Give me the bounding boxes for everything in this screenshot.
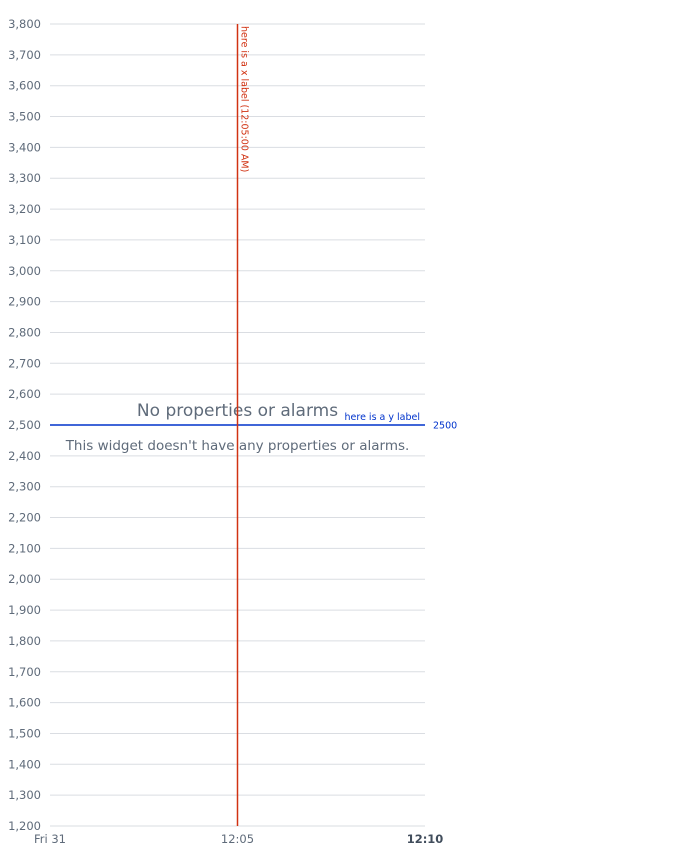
- y-tick-label: 3,300: [8, 171, 41, 185]
- y-tick-label: 2,600: [8, 387, 41, 401]
- y-tick-label: 2,200: [8, 511, 41, 525]
- x-axis-ticks: Fri 31 12:05 12:10: [34, 832, 443, 846]
- x-tick-label: Fri 31: [34, 832, 66, 846]
- y-tick-label: 1,700: [8, 665, 41, 679]
- y-tick-label: 1,800: [8, 634, 41, 648]
- y-tick-label: 2,700: [8, 356, 41, 370]
- y-tick-label: 1,500: [8, 726, 41, 740]
- y-tick-label: 3,200: [8, 202, 41, 216]
- y-tick-label: 1,200: [8, 819, 41, 833]
- y-tick-label: 2,500: [8, 418, 41, 432]
- y-tick-label: 3,000: [8, 264, 41, 278]
- x-tick-label: 12:05: [221, 832, 254, 846]
- x-tick-label: 12:10: [407, 832, 444, 846]
- x-threshold-label: here is a x label (12:05:00 AM): [239, 26, 250, 172]
- y-tick-label: 3,700: [8, 48, 41, 62]
- y-threshold-value: 2500: [433, 421, 457, 432]
- y-tick-label: 3,600: [8, 79, 41, 93]
- y-tick-label: 1,600: [8, 696, 41, 710]
- y-threshold-label: here is a y label: [345, 412, 421, 423]
- y-tick-label: 2,000: [8, 572, 41, 586]
- y-tick-label: 2,900: [8, 295, 41, 309]
- y-tick-label: 2,300: [8, 480, 41, 494]
- y-tick-label: 2,400: [8, 449, 41, 463]
- y-tick-label: 1,900: [8, 603, 41, 617]
- line-chart: 3,800 3,700 3,600 3,500 3,400 3,300 3,200 3,100…: [8, 17, 457, 846]
- y-tick-label: 3,100: [8, 233, 41, 247]
- annotations: here is a y label 2500 here is a x label…: [50, 24, 457, 826]
- y-axis-ticks: 3,800 3,700 3,600 3,500 3,400 3,300 3,200 3,100…: [8, 17, 41, 833]
- y-tick-label: 3,400: [8, 140, 41, 154]
- y-tick-label: 1,400: [8, 757, 41, 771]
- y-tick-label: 2,800: [8, 325, 41, 339]
- y-tick-label: 1,300: [8, 788, 41, 802]
- y-tick-label: 2,100: [8, 541, 41, 555]
- y-tick-label: 3,800: [8, 17, 41, 31]
- y-tick-label: 3,500: [8, 110, 41, 124]
